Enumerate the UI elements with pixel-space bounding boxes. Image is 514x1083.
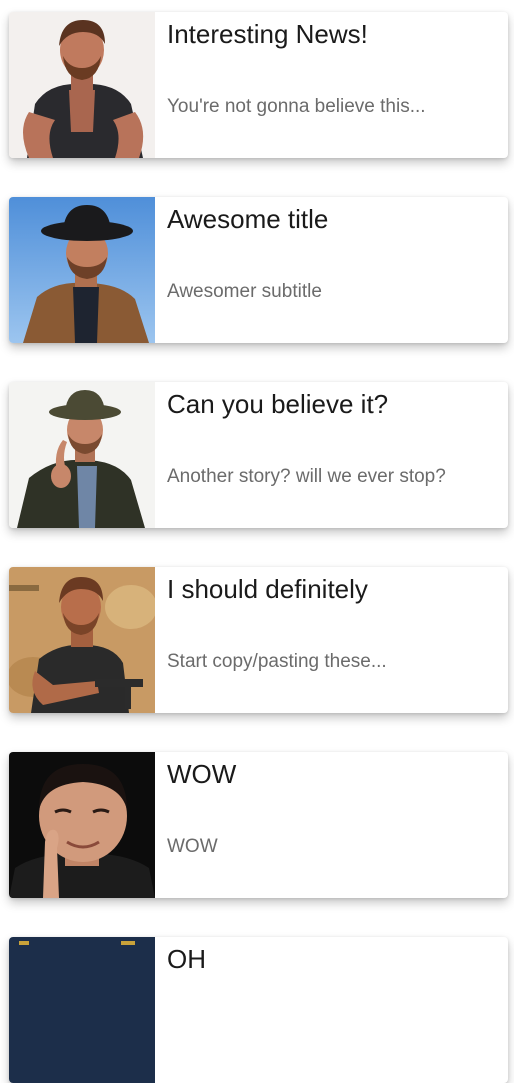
card-title: Awesome title [167, 204, 329, 234]
card-title: WOW [167, 759, 237, 789]
news-card[interactable]: Awesome title Awesomer subtitle [9, 197, 508, 343]
card-subtitle: WOW [167, 836, 218, 857]
card-thumbnail-image [9, 382, 155, 528]
card-title: OH [167, 944, 206, 974]
card-thumbnail-image [9, 937, 155, 1083]
news-card[interactable]: OH [9, 937, 508, 1083]
news-card[interactable]: WOW WOW [9, 752, 508, 898]
card-thumbnail-image [9, 197, 155, 343]
news-card[interactable]: Can you believe it? Another story? will … [9, 382, 508, 528]
card-title: Can you believe it? [167, 389, 389, 419]
card-thumbnail-image [9, 12, 155, 158]
news-feed-list[interactable]: Interesting News! You're not gonna belie… [0, 0, 514, 1083]
card-subtitle: Start copy/pasting these... [167, 651, 387, 672]
card-thumbnail-image [9, 567, 155, 713]
news-card[interactable]: Interesting News! You're not gonna belie… [9, 12, 508, 158]
news-card[interactable]: I should definitely Start copy/pasting t… [9, 567, 508, 713]
card-title: I should definitely [167, 574, 368, 604]
card-subtitle: Another story? will we ever stop? [167, 466, 446, 487]
card-thumbnail-image [9, 752, 155, 898]
card-subtitle: Awesomer subtitle [167, 281, 322, 302]
card-title: Interesting News! [167, 19, 368, 49]
card-subtitle: You're not gonna believe this... [167, 96, 426, 117]
